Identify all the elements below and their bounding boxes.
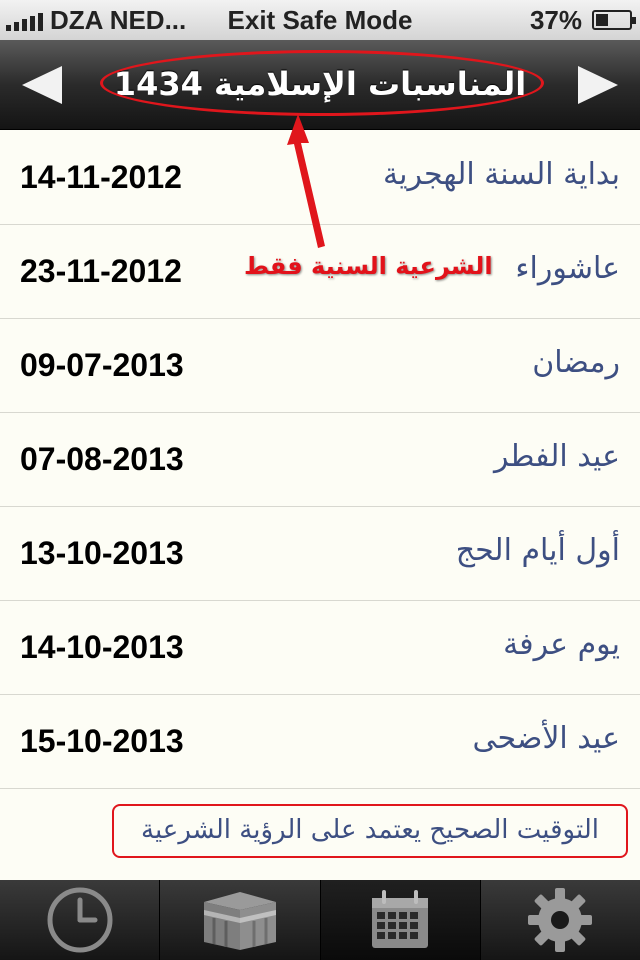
list-item[interactable]: 15-10-2013 عيد الأضحى [0,695,640,789]
nav-bar: المناسبات الإسلامية 1434 [0,40,640,130]
gear-icon [528,888,593,952]
list-item[interactable]: 14-11-2012 بداية السنة الهجرية [0,131,640,225]
event-name: رمضان [532,345,620,380]
tab-calendar[interactable] [320,880,481,960]
event-name: بداية السنة الهجرية [383,157,620,192]
event-name: عاشوراء [515,251,620,286]
list-item[interactable]: 09-07-2013 رمضان [0,319,640,413]
event-name: عيد الأضحى [472,721,620,756]
event-date: 23-11-2012 [20,253,182,289]
battery-icon [592,10,636,30]
title-highlight-ellipse [100,50,544,116]
tab-clock[interactable] [0,880,161,960]
event-date: 14-10-2013 [20,629,184,665]
clock-icon [47,887,113,953]
list-item[interactable]: 13-10-2013 أول أيام الحج [0,507,640,601]
event-date: 07-08-2013 [20,441,184,477]
event-date: 09-07-2013 [20,347,184,383]
list-item[interactable]: 14-10-2013 يوم عرفة [0,601,640,695]
tab-settings[interactable] [481,880,640,960]
kaaba-icon [203,892,276,950]
event-name: أول أيام الحج [455,533,620,568]
footer-note: التوقيت الصحيح يعتمد على الرؤية الشرعية [112,804,628,858]
tab-bar [0,880,640,960]
event-date: 14-11-2012 [20,159,182,195]
event-date: 13-10-2013 [20,535,184,571]
tab-kaaba[interactable] [160,880,321,960]
calendar-icon [372,890,429,948]
events-list: 14-11-2012 بداية السنة الهجرية 23-11-201… [0,131,640,789]
battery-fill [596,14,608,26]
battery-percent: 37% [529,5,582,35]
right-triangle-icon[interactable] [578,66,618,104]
event-name: يوم عرفة [503,627,620,662]
event-date: 15-10-2013 [20,723,184,759]
annotation-note: الشرعية السنية فقط [244,252,493,280]
status-bar: DZA NED... Exit Safe Mode 37% [0,0,640,40]
event-name: عيد الفطر [493,439,620,474]
list-item[interactable]: 07-08-2013 عيد الفطر [0,413,640,507]
